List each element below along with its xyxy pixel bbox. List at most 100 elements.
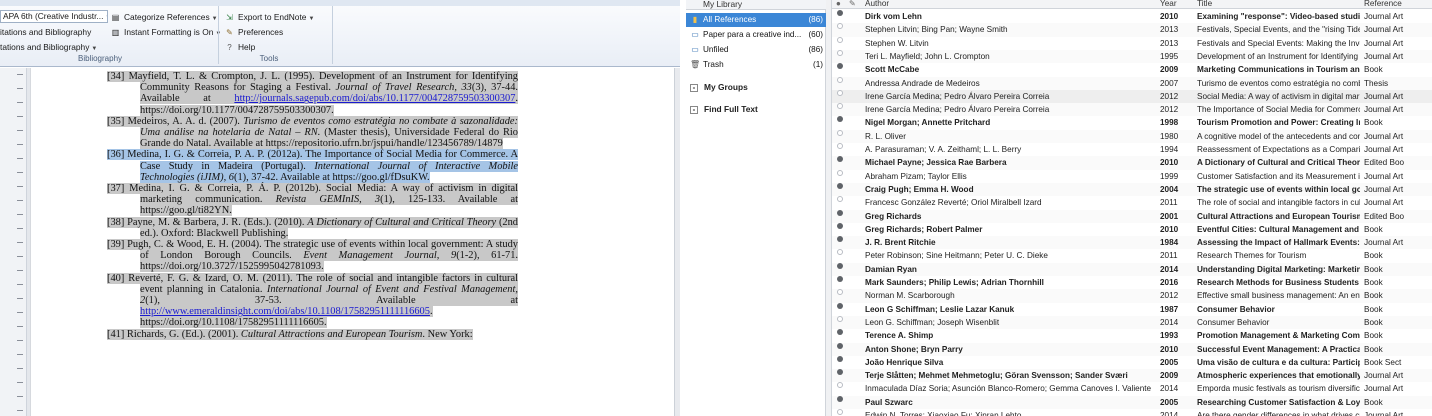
table-row[interactable]: Peter Robinson; Sine Heitmann; Peter U. … (832, 249, 1432, 262)
cell-title: Turismo de eventos como estratégia no co… (1197, 78, 1360, 88)
my-groups-header[interactable]: - My Groups (690, 80, 748, 94)
table-row[interactable]: J. R. Brent Ritchie 1984 Assessing the Imp… (832, 236, 1432, 250)
sidebar-item-trash[interactable]: 🗑 Trash (1) (686, 58, 826, 72)
table-row[interactable]: Craig Pugh; Emma H. Wood 2004 The strategi… (832, 182, 1432, 197)
table-row[interactable]: Irene García Medina; Pedro Álvaro Pereir… (832, 89, 1432, 104)
table-row[interactable]: Greg Richards 2001 Cultural Attractions an… (832, 209, 1432, 223)
collapse-icon: - (690, 83, 698, 92)
table-row[interactable]: Stephen W. Litvin 2013 Festivals and Speci… (832, 36, 1432, 50)
unread-dot-icon[interactable] (837, 116, 843, 123)
reference-link[interactable]: http://journals.sagepub.com/doi/abs/10.1… (234, 93, 515, 104)
sidebar-item-all-references[interactable]: ▮ All References (86) (686, 13, 826, 27)
export-endnote-button[interactable]: ⇲ Export to EndNote ▼ (224, 10, 314, 24)
table-row[interactable]: Abraham Pizam; Taylor Ellis 1999 Customer … (832, 169, 1432, 183)
cell-title: Atmospheric experiences that emotionally… (1197, 371, 1360, 381)
read-dot-icon[interactable] (837, 409, 843, 415)
table-row[interactable]: Leon G Schiffman; Leslie Lazar Kanuk 1987… (832, 302, 1432, 316)
update-citations-button[interactable]: itations and Bibliography (0, 25, 91, 39)
citation-style-dropdown[interactable]: APA 6th (Creative Industr...▼ (0, 10, 108, 23)
read-dot-icon[interactable] (837, 289, 843, 296)
table-row[interactable]: Terje Slåtten; Mehmet Mehmetoglu; Göran … (832, 369, 1432, 383)
read-dot-icon[interactable] (837, 382, 843, 389)
reference-entry[interactable]: [35] Medeiros, A. A. d. (2007). Turismo … (107, 115, 518, 150)
table-row[interactable]: Mark Saunders; Philip Lewis; Adrian Thor… (832, 276, 1432, 289)
unread-dot-icon[interactable] (837, 63, 843, 70)
read-dot-icon[interactable] (837, 143, 843, 149)
column-header-author[interactable]: Author (865, 0, 889, 8)
table-row[interactable]: Norman M. Scarborough 2012 Effective small… (832, 289, 1432, 303)
table-row[interactable]: Paul Szwarc 2005 Researching Customer Sati… (832, 395, 1432, 409)
read-dot-icon[interactable] (837, 315, 843, 322)
unread-dot-icon[interactable] (837, 276, 843, 282)
unread-dot-icon[interactable] (837, 236, 843, 243)
help-icon: ? (227, 43, 232, 53)
unread-dot-icon[interactable] (837, 395, 843, 402)
document-scrollbar[interactable] (674, 68, 680, 416)
unread-dot-icon[interactable] (837, 342, 843, 349)
reference-entry[interactable]: [38] Payne, M. & Barbera, J. R. (Eds.). … (107, 216, 518, 239)
table-row[interactable]: A. Parasuraman; V. A. Zeithaml; L. L. Be… (832, 143, 1432, 156)
table-row[interactable]: Damian Ryan 2014 Understanding Digital Mar… (832, 262, 1432, 276)
table-row[interactable]: Andressa Andrade de Medeiros 2007 Turismo … (832, 76, 1432, 90)
reference-entry[interactable]: [39] Pugh, C. & Wood, E. H. (2004). The … (107, 239, 519, 273)
table-row[interactable]: Leon G. Schiffman; Joseph Wisenblit 2014 C… (832, 315, 1432, 330)
table-row[interactable]: Michael Payne; Jessica Rae Barbera 2010 A … (832, 156, 1432, 170)
read-dot-icon[interactable] (837, 169, 843, 176)
table-row[interactable]: Edwin N. Torres; Xiaoxiao Fu; Xinran Leh… (832, 409, 1432, 416)
read-dot-icon[interactable] (837, 129, 843, 136)
table-row[interactable]: Irene García Medina; Pedro Álvaro Pereir… (832, 103, 1432, 117)
unread-dot-icon[interactable] (837, 369, 843, 376)
help-button[interactable]: ? Help (224, 40, 255, 54)
unread-dot-icon[interactable] (837, 10, 843, 16)
trash-icon: 🗑 (690, 60, 701, 69)
sidebar-item-unfiled[interactable]: ▭ Unfiled (86) (686, 43, 826, 57)
table-row[interactable]: Anton Shone; Bryn Parry 2010 Successful Ev… (832, 342, 1432, 356)
reference-list[interactable]: [34] Mayfield, T. L. & Crompton, J. L. (… (107, 71, 519, 340)
table-row[interactable]: Scott McCabe 2009 Marketing Communications… (832, 63, 1432, 76)
read-dot-icon[interactable] (837, 89, 843, 96)
column-header-title[interactable]: Title (1197, 0, 1212, 8)
table-row[interactable]: Francesc González Reverté; Oriol Miralbe… (832, 196, 1432, 209)
column-header-reference-type[interactable]: Reference (1364, 0, 1402, 8)
unread-dot-icon[interactable] (837, 209, 843, 216)
read-dot-icon[interactable] (837, 196, 843, 203)
sidebar-item-paper-folder[interactable]: ▭ Paper para a creative ind... (60) (686, 28, 826, 42)
read-dot-icon[interactable] (837, 249, 843, 256)
bibliography-group: APA 6th (Creative Industr...▼ itations a… (0, 8, 122, 66)
table-row[interactable]: R. L. Oliver 1980 A cognitive model of the… (832, 129, 1432, 143)
read-dot-icon[interactable] (837, 103, 843, 110)
find-full-text-header[interactable]: - Find Full Text (690, 102, 758, 116)
unread-dot-icon[interactable] (837, 156, 843, 163)
unread-dot-icon[interactable] (837, 182, 843, 189)
read-dot-icon[interactable] (837, 36, 843, 43)
reference-entry[interactable]: [37] Medina, I. G. & Correia, P. Á. P. (… (107, 183, 519, 217)
table-row[interactable]: Terence A. Shimp 1993 Promotion Management… (832, 329, 1432, 342)
read-dot-icon[interactable] (837, 23, 843, 30)
unread-dot-icon[interactable] (837, 222, 843, 229)
read-dot-icon[interactable] (837, 76, 843, 83)
table-row[interactable]: Nigel Morgan; Annette Pritchard 1998 Touri… (832, 116, 1432, 129)
convert-citations-button[interactable]: tations and Bibliography ▼ (0, 40, 97, 54)
preferences-button[interactable]: ✎ Preferences (224, 25, 283, 39)
cell-title: Are there gender differences in what dri… (1197, 411, 1360, 416)
reference-link[interactable]: http://www.emeraldinsight.com/doi/abs/10… (140, 306, 430, 317)
table-row[interactable]: Dirk vom Lehn 2010 Examining "response": V… (832, 10, 1432, 23)
table-row[interactable]: Inmaculada Díaz Soria; Asunción Blanco-R… (832, 382, 1432, 395)
categorize-references-button[interactable]: ▤ Categorize References ▼ (110, 10, 218, 24)
document-page[interactable]: [34] Mayfield, T. L. & Crompton, J. L. (… (30, 68, 674, 416)
reference-entry[interactable]: [36] Medina, I. G. & Correia, P. A. P. (… (107, 149, 518, 183)
read-dot-icon[interactable] (837, 49, 843, 56)
table-row[interactable]: Teri L. Mayfield; John L. Crompton 1995 De… (832, 49, 1432, 64)
column-header-year[interactable]: Year (1160, 0, 1177, 8)
reference-entry[interactable]: [41] Richards, G. (Ed.). (2001). Cultura… (107, 328, 518, 340)
table-row[interactable]: João Henrique Silva 2005 Uma visão de cult… (832, 355, 1432, 369)
unread-dot-icon[interactable] (837, 355, 843, 362)
reference-entry[interactable]: [40] Reverté, F. G. & Izard, O. M. (2011… (107, 272, 518, 329)
instant-formatting-button[interactable]: ▥Instant Formatting is On▼ (110, 25, 222, 39)
unread-dot-icon[interactable] (837, 302, 843, 309)
unread-dot-icon[interactable] (837, 262, 843, 269)
table-row[interactable]: Stephen Litvin; Bing Pan; Wayne Smith 201… (832, 23, 1432, 37)
unread-dot-icon[interactable] (837, 329, 843, 336)
table-row[interactable]: Greg Richards; Robert Palmer 2010 Eventful… (832, 222, 1432, 236)
reference-entry[interactable]: [34] Mayfield, T. L. & Crompton, J. L. (… (107, 71, 518, 116)
